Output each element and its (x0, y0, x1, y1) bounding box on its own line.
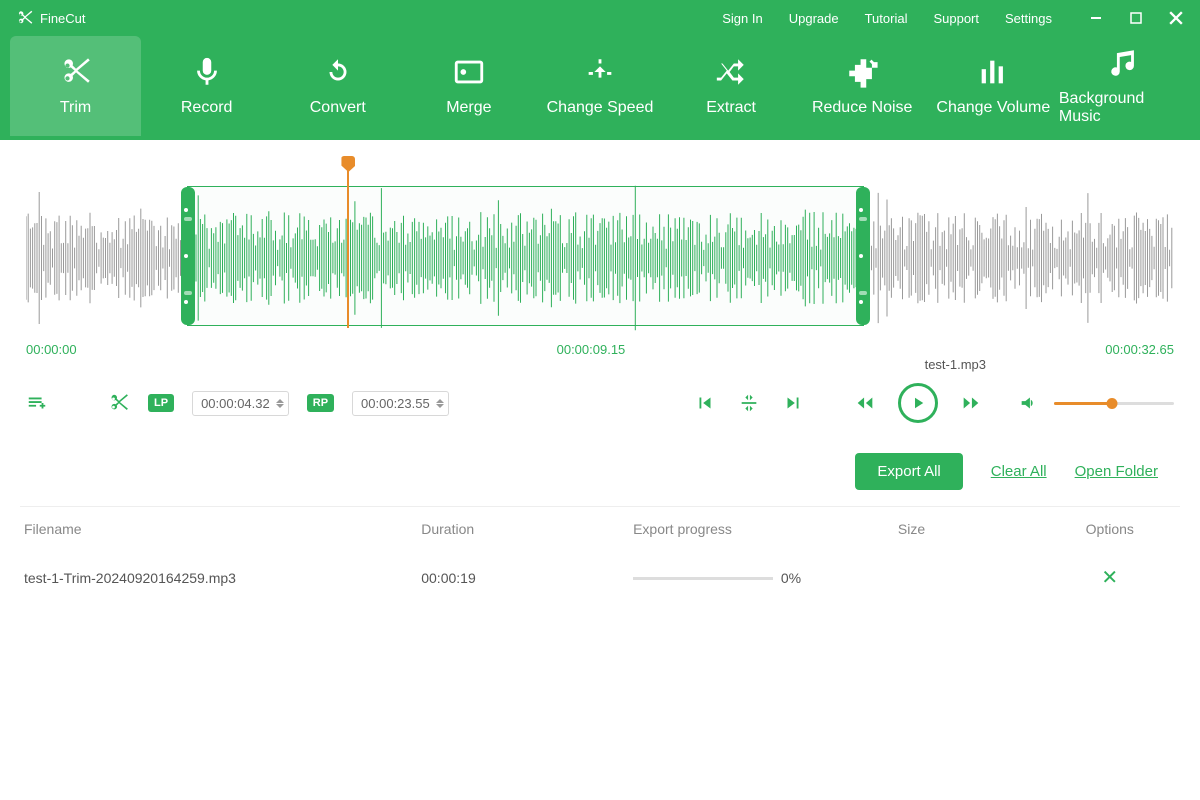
selection-handle-left[interactable] (181, 187, 195, 325)
col-size: Size (898, 521, 1044, 537)
tool-label: Reduce Noise (812, 99, 913, 117)
time-start: 00:00:00 (26, 342, 77, 357)
bars-icon (976, 55, 1010, 89)
stepper-icon[interactable] (276, 394, 284, 413)
tool-change-speed[interactable]: Change Speed (534, 36, 665, 136)
tool-record[interactable]: Record (141, 36, 272, 136)
scissors-icon (16, 9, 34, 27)
noise-icon (845, 55, 879, 89)
time-mid: 00:00:09.15 (557, 342, 626, 357)
waveform[interactable] (26, 158, 1174, 338)
tool-label: Extract (706, 99, 756, 117)
table-header: Filename Duration Export progress Size O… (20, 506, 1180, 551)
selection-handle-right[interactable] (856, 187, 870, 325)
lp-badge: LP (148, 394, 174, 412)
app-title: FineCut (40, 11, 86, 26)
scissors-icon (59, 55, 93, 89)
waveform-area: 00:00:00 00:00:09.15 00:00:32.65 (0, 140, 1200, 365)
microphone-icon (190, 55, 224, 89)
cut-icon[interactable] (108, 392, 130, 414)
tool-trim[interactable]: Trim (10, 36, 141, 136)
now-playing-label: test-1.mp3 (925, 357, 986, 372)
col-progress: Export progress (633, 521, 898, 537)
selection-region[interactable] (187, 186, 864, 326)
nav-settings[interactable]: Settings (1005, 11, 1052, 26)
tool-label: Change Speed (547, 99, 654, 117)
controls-row: LP 00:00:04.32 RP 00:00:23.55 test-1.mp3 (0, 365, 1200, 453)
export-row: Export All Clear All Open Folder (0, 453, 1200, 506)
col-filename: Filename (24, 521, 421, 537)
tool-label: Merge (446, 99, 491, 117)
transport-controls (694, 383, 982, 423)
col-duration: Duration (421, 521, 633, 537)
minimize-icon[interactable] (1088, 10, 1104, 26)
progress-pct: 0% (781, 570, 801, 586)
volume-icon[interactable] (1018, 392, 1040, 414)
refresh-icon (321, 55, 355, 89)
tool-convert[interactable]: Convert (272, 36, 403, 136)
maximize-icon[interactable] (1128, 10, 1144, 26)
open-folder-link[interactable]: Open Folder (1075, 463, 1158, 480)
rp-input[interactable]: 00:00:23.55 (352, 391, 449, 416)
rp-badge: RP (307, 394, 334, 412)
goto-end-icon[interactable] (782, 392, 804, 414)
close-icon[interactable] (1168, 10, 1184, 26)
cell-duration: 00:00:19 (421, 570, 633, 586)
merge-icon (452, 55, 486, 89)
cell-filename: test-1-Trim-20240920164259.mp3 (24, 570, 421, 586)
music-icon (1107, 46, 1141, 80)
time-end: 00:00:32.65 (1105, 342, 1174, 357)
col-options: Options (1044, 521, 1176, 537)
delete-row-icon[interactable]: ✕ (1044, 565, 1176, 590)
tool-label: Background Music (1059, 90, 1190, 126)
volume-control (1018, 392, 1174, 414)
add-to-list-icon[interactable] (26, 392, 48, 414)
tool-reduce-noise[interactable]: Reduce Noise (797, 36, 928, 136)
title-bar: FineCut Sign In Upgrade Tutorial Support… (0, 0, 1200, 36)
nav-tutorial[interactable]: Tutorial (865, 11, 908, 26)
tool-extract[interactable]: Extract (666, 36, 797, 136)
tool-tabs: Trim Record Convert Merge Change Speed E… (0, 36, 1200, 140)
app-logo: FineCut (16, 9, 86, 27)
tool-label: Convert (310, 99, 366, 117)
rewind-icon[interactable] (854, 392, 876, 414)
time-ruler: 00:00:00 00:00:09.15 00:00:32.65 (26, 342, 1174, 357)
table-row: test-1-Trim-20240920164259.mp3 00:00:19 … (20, 551, 1180, 604)
tool-label: Change Volume (936, 99, 1050, 117)
tool-merge[interactable]: Merge (403, 36, 534, 136)
speed-icon (583, 55, 617, 89)
tool-label: Record (181, 99, 233, 117)
shuffle-icon (714, 55, 748, 89)
fast-forward-icon[interactable] (960, 392, 982, 414)
export-all-button[interactable]: Export All (855, 453, 962, 490)
nav-signin[interactable]: Sign In (722, 11, 762, 26)
tool-change-volume[interactable]: Change Volume (928, 36, 1059, 136)
playhead[interactable] (347, 162, 349, 328)
nav-upgrade[interactable]: Upgrade (789, 11, 839, 26)
clear-all-link[interactable]: Clear All (991, 463, 1047, 480)
nav-support[interactable]: Support (933, 11, 979, 26)
zoom-fit-icon[interactable] (738, 392, 760, 414)
progress-bar (633, 577, 773, 580)
volume-slider[interactable] (1054, 402, 1174, 405)
tool-background-music[interactable]: Background Music (1059, 36, 1190, 136)
window-controls (1088, 10, 1184, 26)
tool-label: Trim (60, 99, 91, 117)
cell-progress: 0% (633, 570, 898, 586)
goto-start-icon[interactable] (694, 392, 716, 414)
lp-input[interactable]: 00:00:04.32 (192, 391, 289, 416)
rp-value: 00:00:23.55 (361, 396, 430, 411)
top-nav: Sign In Upgrade Tutorial Support Setting… (722, 11, 1052, 26)
lp-value: 00:00:04.32 (201, 396, 270, 411)
export-table: Filename Duration Export progress Size O… (0, 506, 1200, 604)
play-button[interactable] (898, 383, 938, 423)
stepper-icon[interactable] (436, 394, 444, 413)
